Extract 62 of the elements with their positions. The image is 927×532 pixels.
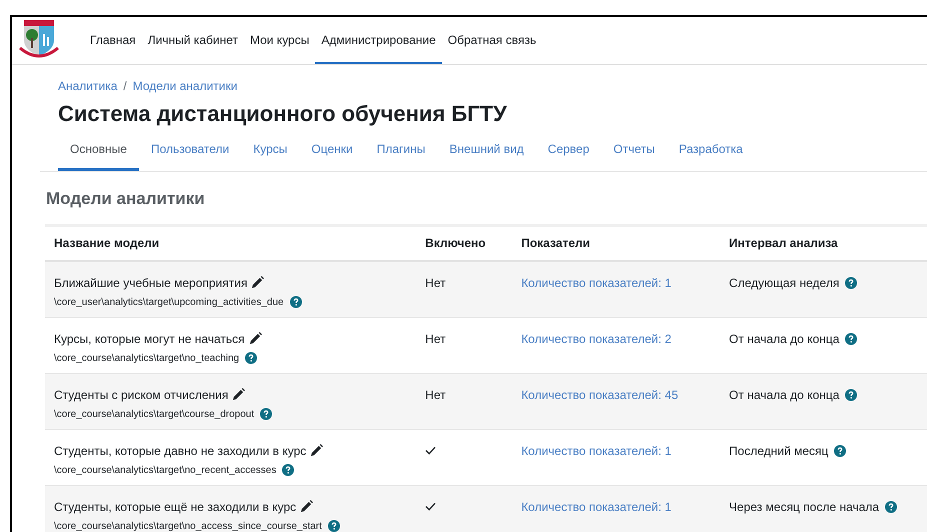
interval-text: От начала до конца — [729, 330, 840, 348]
nav-link[interactable]: Мои курсы — [244, 17, 316, 64]
section-heading: Модели аналитики — [46, 188, 206, 210]
help-icon[interactable] — [282, 464, 294, 476]
pencil-icon[interactable] — [248, 332, 262, 345]
nav-link[interactable]: Личный кабинет — [142, 17, 244, 64]
nav-link[interactable]: Обратная связь — [442, 17, 542, 64]
tab[interactable]: Пользователи — [138, 137, 242, 171]
status-text: Нет — [425, 388, 446, 402]
help-icon[interactable] — [290, 296, 302, 308]
indicators-link[interactable]: Количество показателей: 2 — [521, 332, 672, 346]
status-text: Нет — [425, 276, 446, 290]
tab[interactable]: Оценки — [299, 137, 365, 171]
column-header: Включено — [425, 235, 487, 252]
breadcrumb-link[interactable]: Модели аналитики — [132, 77, 238, 95]
nav-link[interactable]: Главная — [84, 17, 142, 64]
shield-logo-icon — [18, 18, 60, 60]
model-name: Студенты, которые ещё не заходили в курс — [54, 498, 296, 516]
tab[interactable]: Плагины — [364, 137, 438, 171]
breadcrumb-separator: / — [123, 78, 127, 95]
column-header: Показатели — [521, 235, 591, 252]
model-path: \core_course\analytics\target\no_access_since_course_start — [54, 520, 322, 532]
tab[interactable]: Отчеты — [601, 137, 667, 171]
model-path: \core_user\analytics\target\upcoming_activities_due — [54, 296, 284, 310]
model-path: \core_course\analytics\target\no_recent_accesses — [54, 464, 276, 478]
pencil-icon[interactable] — [232, 388, 246, 401]
model-path: \core_course\analytics\target\no_teaching — [54, 352, 240, 366]
pencil-icon[interactable] — [310, 444, 324, 457]
tab[interactable]: Сервер — [536, 137, 602, 171]
indicators-link[interactable]: Количество показателей: 1 — [521, 276, 672, 290]
indicators-link[interactable]: Количество показателей: 1 — [521, 500, 672, 514]
interval-text: Последний месяц — [729, 442, 828, 460]
model-name: Студенты, которые давно не заходили в курс — [54, 442, 306, 460]
help-icon[interactable] — [245, 352, 258, 364]
help-icon[interactable] — [885, 500, 898, 512]
status-text: Нет — [425, 332, 446, 346]
pencil-icon[interactable] — [251, 276, 264, 289]
column-header: Название модели — [53, 235, 160, 252]
breadcrumb-link[interactable]: Аналитика — [58, 77, 118, 95]
tab[interactable]: Курсы — [241, 137, 300, 171]
model-path: \core_course\analytics\target\course_dropout — [54, 408, 254, 422]
help-icon[interactable] — [260, 408, 272, 420]
model-name: Студенты с риском отчисления — [54, 386, 228, 404]
interval-text: От начала до конца — [729, 386, 840, 404]
tab[interactable]: Разработка — [666, 137, 755, 171]
pencil-icon[interactable] — [300, 500, 314, 513]
tab[interactable]: Основные — [58, 137, 139, 171]
page-title: Система дистанционного обучения БГТУ — [58, 100, 508, 128]
help-icon[interactable] — [845, 276, 858, 288]
indicators-link[interactable]: Количество показателей: 1 — [521, 444, 672, 458]
nav-link[interactable]: Администрирование — [315, 17, 442, 64]
help-icon[interactable] — [328, 520, 340, 532]
column-header: Интервал анализа — [729, 235, 839, 252]
interval-text: Следующая неделя — [729, 274, 840, 292]
model-name: Ближайшие учебные мероприятия — [54, 274, 248, 292]
tab[interactable]: Внешний вид — [437, 137, 536, 171]
help-icon[interactable] — [845, 388, 858, 400]
indicators-link[interactable]: Количество показателей: 45 — [521, 388, 678, 402]
help-icon[interactable] — [845, 332, 858, 344]
model-name: Курсы, которые могут не начаться — [54, 330, 245, 348]
interval-text: Через месяц после начала — [729, 498, 880, 516]
help-icon[interactable] — [834, 444, 846, 456]
